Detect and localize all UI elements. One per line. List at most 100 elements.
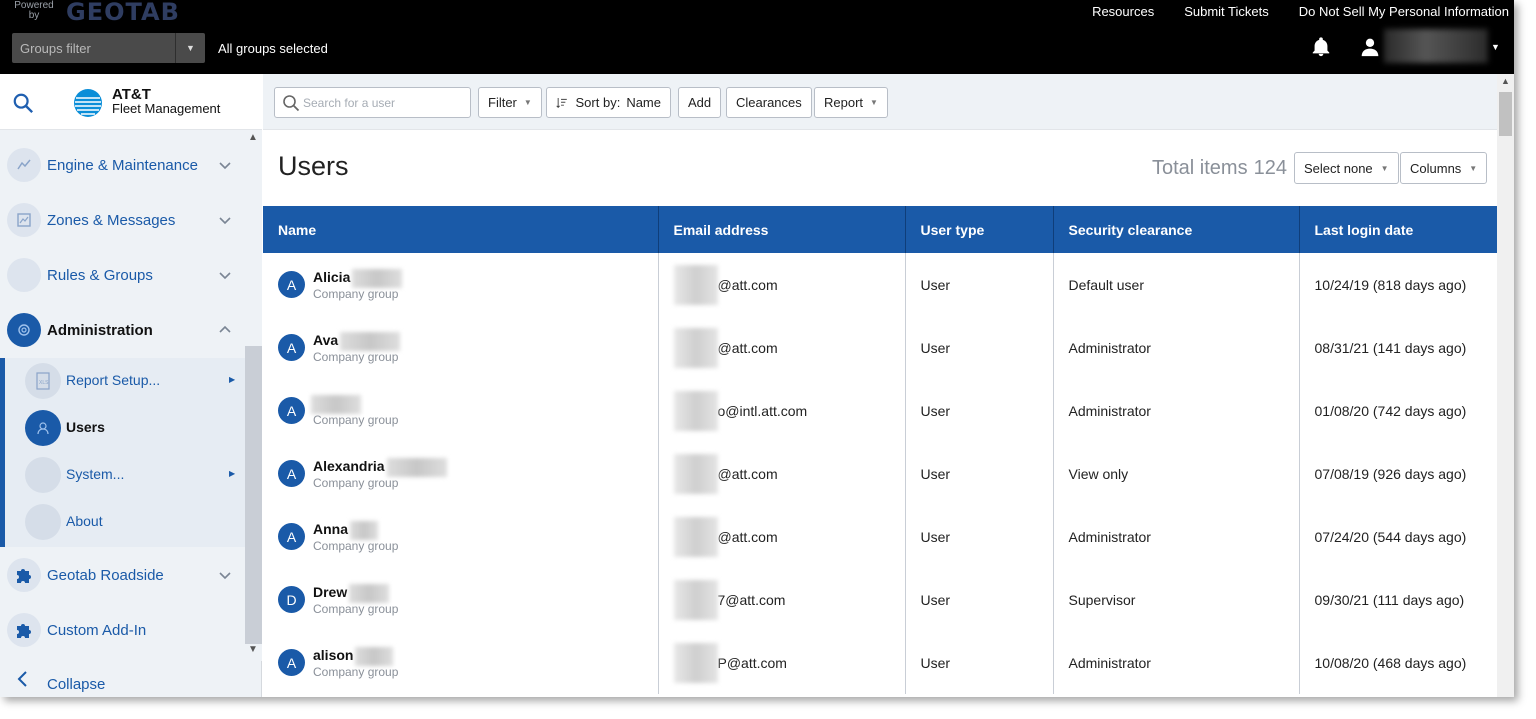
geotab-logo[interactable]: GEOTAB — [66, 0, 180, 26]
sidebar-item-label: Users — [66, 419, 105, 435]
sidebar-item-custom-add-in[interactable]: Custom Add-In — [0, 605, 245, 655]
column-header-security-clearance[interactable]: Security clearance — [1053, 206, 1300, 253]
email-cell: o@intl.att.com — [658, 379, 906, 442]
select-none-button[interactable]: Select none ▼ — [1294, 152, 1399, 184]
table-row[interactable]: A Anna Company group @att.com User Admin… — [263, 505, 1497, 568]
sort-icon — [556, 97, 567, 108]
user-menu-caret-icon[interactable]: ▼ — [1491, 42, 1500, 52]
att-logo-line2: Fleet Management — [112, 101, 221, 116]
sidebar-scrollbar[interactable]: ▲ ▼ — [245, 130, 262, 661]
table-row[interactable]: A Alicia Company group @att.com User Def… — [263, 253, 1497, 316]
sidebar-item-report-setup[interactable]: XLS Report Setup... ▶ — [5, 358, 245, 404]
bell-icon[interactable] — [1310, 36, 1332, 58]
user-first-name: Alexandria — [313, 458, 385, 475]
columns-label: Columns — [1410, 160, 1462, 176]
chevron-left-icon — [17, 671, 27, 687]
user-search-input[interactable] — [303, 92, 463, 114]
user-type-cell: User — [905, 505, 1054, 568]
sidebar-item-rules-groups[interactable]: Rules & Groups — [0, 250, 245, 300]
table-row[interactable]: D Drew Company group 7@att.com User Supe… — [263, 568, 1497, 631]
main-scrollbar[interactable]: ▲ — [1497, 74, 1514, 697]
sort-button[interactable]: Sort by: Name — [546, 87, 671, 118]
groups-filter-dropdown[interactable]: Groups filter ▼ — [12, 33, 205, 63]
columns-button[interactable]: Columns ▼ — [1400, 152, 1488, 184]
column-header-user-type[interactable]: User type — [905, 206, 1054, 253]
chevron-up-icon[interactable] — [217, 322, 233, 338]
sidebar-item-engine-maintenance[interactable]: Engine & Maintenance — [0, 140, 245, 190]
users-table: Name Email address User type Security cl… — [263, 206, 1497, 697]
engine-icon — [7, 148, 41, 182]
user-group: Company group — [313, 413, 399, 427]
info-icon — [25, 504, 61, 540]
app-window: Powered by GEOTAB Groups filter ▼ All gr… — [0, 0, 1514, 697]
table-row[interactable]: A alison Company group P@att.com User Ad… — [263, 631, 1497, 694]
chevron-down-icon[interactable] — [217, 567, 233, 583]
avatar: A — [278, 271, 305, 298]
report-button[interactable]: Report ▼ — [814, 87, 888, 118]
user-name-redacted[interactable] — [1384, 29, 1488, 63]
chevron-down-icon[interactable] — [217, 267, 233, 283]
chevron-down-icon[interactable] — [217, 157, 233, 173]
email-cell: 7@att.com — [658, 568, 906, 631]
toolbar: Filter ▼ Sort by: Name Add Clearances Re… — [263, 74, 1497, 130]
submit-tickets-link[interactable]: Submit Tickets — [1184, 4, 1269, 19]
table-row[interactable]: A Alexandria Company group @att.com User… — [263, 442, 1497, 505]
chevron-down-icon[interactable] — [217, 212, 233, 228]
table-row[interactable]: A Ava Company group @att.com User Admini… — [263, 316, 1497, 379]
table-row[interactable]: A Company group o@intl.att.com User Admi… — [263, 379, 1497, 442]
user-search-box[interactable] — [274, 87, 471, 118]
chevron-down-icon[interactable]: ▼ — [175, 33, 205, 63]
user-group: Company group — [313, 602, 399, 616]
column-header-name[interactable]: Name — [263, 206, 659, 253]
name-cell[interactable]: A Company group — [263, 379, 659, 442]
last-login-cell: 10/08/20 (468 days ago) — [1314, 654, 1467, 671]
scroll-up-icon[interactable]: ▲ — [1501, 76, 1510, 86]
sidebar-item-about[interactable]: About — [5, 499, 245, 545]
name-cell[interactable]: A alison Company group — [263, 631, 659, 694]
total-items: Total items 124 — [1152, 157, 1287, 180]
redacted-surname — [350, 521, 378, 540]
user-group: Company group — [313, 665, 399, 679]
resources-link[interactable]: Resources — [1092, 4, 1154, 19]
column-header-last-login[interactable]: Last login date — [1299, 206, 1497, 253]
email-cell: P@att.com — [658, 631, 906, 694]
avatar: A — [278, 460, 305, 487]
filter-button[interactable]: Filter ▼ — [478, 87, 542, 118]
name-cell[interactable]: D Drew Company group — [263, 568, 659, 631]
collapse-button[interactable]: Collapse — [0, 664, 245, 697]
main-scroll-thumb[interactable] — [1499, 92, 1512, 136]
groups-filter-placeholder[interactable]: Groups filter — [12, 41, 175, 56]
column-header-email[interactable]: Email address — [658, 206, 906, 253]
administration-submenu: XLS Report Setup... ▶ Users System... ▶ … — [0, 358, 245, 547]
search-icon[interactable] — [12, 92, 34, 114]
email-domain: @att.com — [717, 528, 778, 545]
sidebar-item-zones-messages[interactable]: Zones & Messages — [0, 195, 245, 245]
user-first-name: Ava — [313, 332, 339, 349]
email-domain: @att.com — [717, 276, 778, 293]
user-account-icon[interactable] — [1360, 37, 1380, 57]
sidebar-item-system[interactable]: System... ▶ — [5, 452, 245, 498]
sidebar-item-geotab-roadside[interactable]: Geotab Roadside — [0, 550, 245, 600]
scroll-up-icon[interactable]: ▲ — [248, 132, 258, 143]
avatar: A — [278, 649, 305, 676]
clearances-button[interactable]: Clearances — [726, 87, 812, 118]
caret-down-icon: ▼ — [1469, 163, 1478, 173]
sidebar-item-administration[interactable]: Administration — [0, 305, 245, 355]
name-cell[interactable]: A Anna Company group — [263, 505, 659, 568]
user-group: Company group — [313, 539, 399, 553]
redacted-email-prefix — [673, 516, 718, 557]
do-not-sell-link[interactable]: Do Not Sell My Personal Information — [1299, 4, 1509, 19]
redacted-surname — [386, 458, 447, 477]
name-cell[interactable]: A Alexandria Company group — [263, 442, 659, 505]
sidebar-scroll-thumb[interactable] — [245, 346, 262, 644]
sidebar-item-label: Rules & Groups — [47, 266, 153, 284]
sidebar-item-label: About — [66, 513, 103, 529]
name-cell[interactable]: A Ava Company group — [263, 316, 659, 379]
sidebar-item-users[interactable]: Users — [5, 405, 245, 451]
add-button[interactable]: Add — [678, 87, 722, 118]
sidebar-item-label: Zones & Messages — [47, 211, 176, 229]
scroll-down-icon[interactable]: ▼ — [248, 644, 258, 655]
clearance-cell: Administrator — [1053, 379, 1300, 442]
name-cell[interactable]: A Alicia Company group — [263, 253, 659, 316]
collapse-label: Collapse — [47, 676, 106, 693]
